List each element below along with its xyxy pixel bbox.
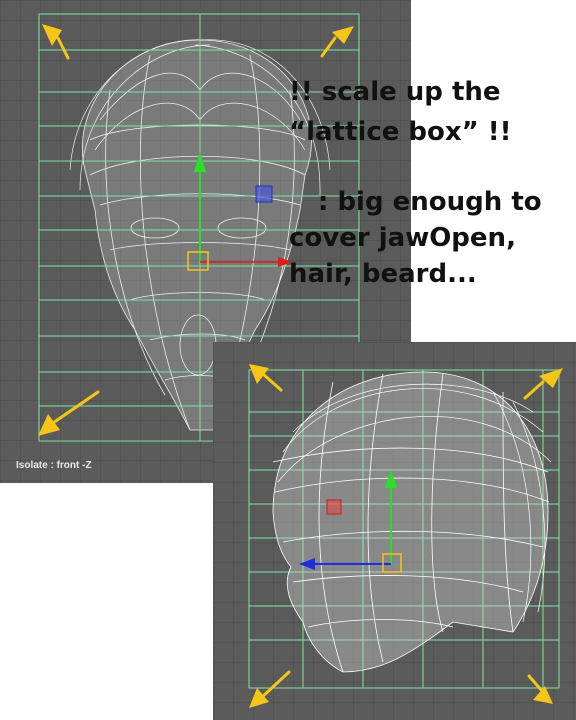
annotation-line: !! scale up the xyxy=(289,77,501,107)
annotation-line: hair, beard... xyxy=(289,259,477,289)
annotation-line: cover jawOpen, xyxy=(289,223,516,253)
viewport-label: Isolate : front -Z xyxy=(16,460,92,471)
annotation-line: “lattice box” !! xyxy=(289,117,512,147)
side-viewport-canvas[interactable] xyxy=(213,342,576,720)
annotation-line: : big enough to xyxy=(318,187,542,217)
side-viewport[interactable] xyxy=(213,342,576,720)
